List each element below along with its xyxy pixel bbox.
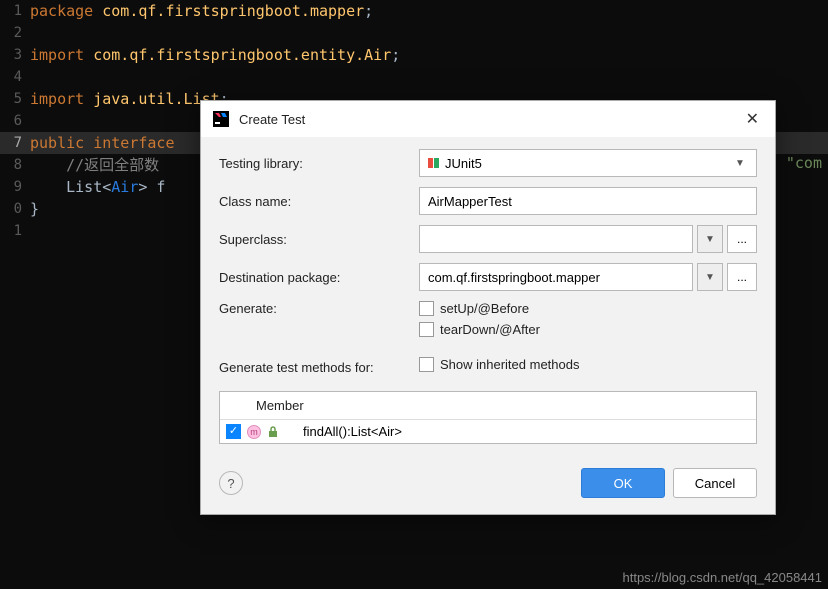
superclass-label: Superclass: [219,232,419,247]
superclass-browse-button[interactable]: ... [727,225,757,253]
create-test-dialog: Create Test ✕ Testing library: JUnit5 ▼ … [200,100,776,515]
setup-checkbox[interactable] [419,301,434,316]
cancel-button[interactable]: Cancel [673,468,757,498]
teardown-checkbox[interactable] [419,322,434,337]
dialog-titlebar: Create Test ✕ [201,101,775,137]
show-inherited-checkbox[interactable] [419,357,434,372]
ok-button[interactable]: OK [581,468,665,498]
close-button[interactable]: ✕ [742,109,763,129]
chevron-down-icon: ▼ [732,158,748,169]
member-row[interactable]: m findAll():List<Air> [220,420,756,443]
members-table: Member m findAll():List<Air> [219,391,757,444]
generate-test-methods-label: Generate test methods for: [219,360,419,375]
destination-package-input[interactable]: com.qf.firstspringboot.mapper [419,263,693,291]
destination-package-browse-button[interactable]: ... [727,263,757,291]
class-name-input[interactable]: AirMapperTest [419,187,757,215]
intellij-icon [213,110,231,128]
lock-icon [267,426,279,438]
generate-label: Generate: [219,301,419,316]
help-button[interactable]: ? [219,471,243,495]
testing-library-label: Testing library: [219,156,419,171]
junit-icon [428,158,439,168]
superclass-dropdown[interactable]: ▼ [697,225,723,253]
member-signature: findAll():List<Air> [303,424,402,439]
code-fragment: "com [786,154,822,172]
testing-library-select[interactable]: JUnit5 ▼ [419,149,757,177]
watermark-text: https://blog.csdn.net/qq_42058441 [623,570,823,585]
destination-package-label: Destination package: [219,270,419,285]
superclass-input[interactable] [419,225,693,253]
member-checkbox[interactable] [226,424,241,439]
method-icon: m [247,425,261,439]
destination-package-dropdown[interactable]: ▼ [697,263,723,291]
member-column-header: Member [248,396,312,415]
class-name-label: Class name: [219,194,419,209]
dialog-title: Create Test [239,112,742,127]
